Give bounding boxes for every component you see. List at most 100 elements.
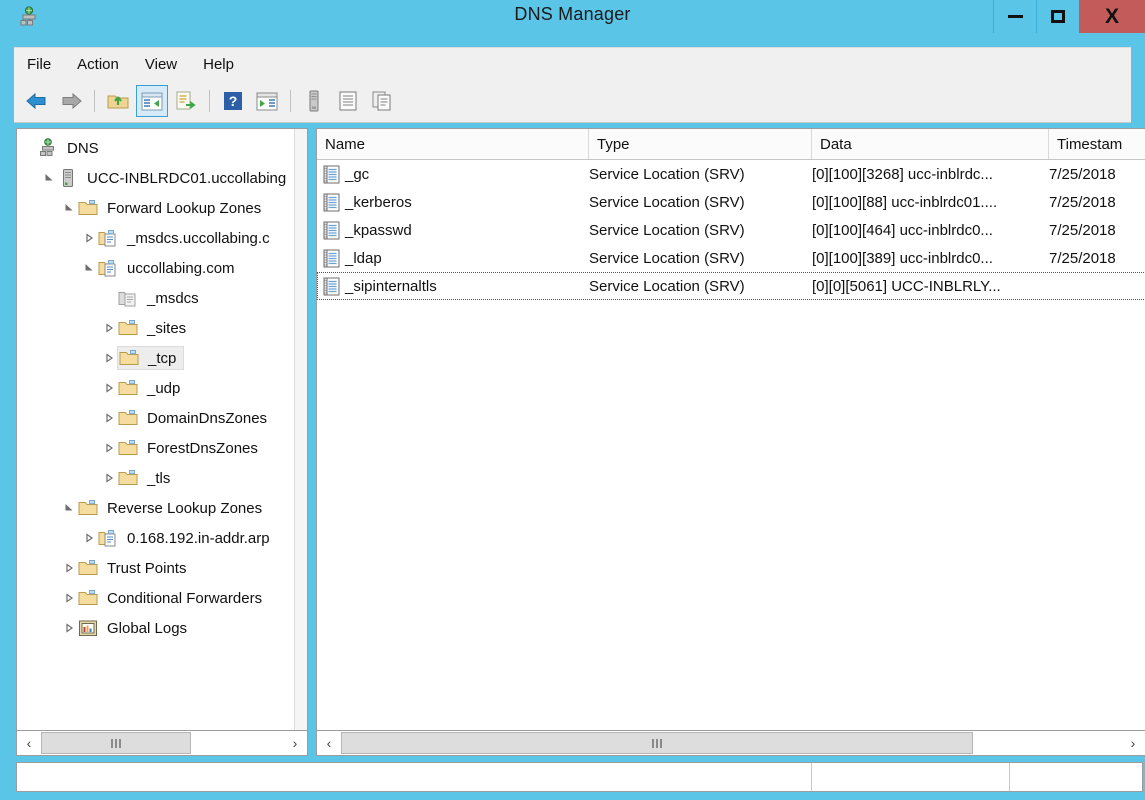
record-name: _kerberos <box>345 193 412 211</box>
tree-item-tcp[interactable]: _tcp <box>17 343 295 373</box>
menu-action[interactable]: Action <box>64 52 132 77</box>
up-one-level-folder-icon[interactable] <box>102 85 134 117</box>
tree-item-content: Global Logs <box>77 617 194 639</box>
folder-icon <box>119 348 139 368</box>
tree-item-dns[interactable]: DNS <box>17 133 295 163</box>
cell-name: _sipinternaltls <box>317 272 589 300</box>
collapse-triangle-icon[interactable] <box>61 493 77 523</box>
dns-record-icon <box>323 221 340 240</box>
cell-data: [0][100][88] ucc-inblrdc01.... <box>812 193 998 211</box>
tree-item-msdcs[interactable]: _msdcs <box>17 283 295 313</box>
expand-triangle-icon[interactable] <box>101 463 117 493</box>
table-row[interactable]: _kerberos Service Location (SRV) [0][100][… <box>317 188 1145 216</box>
tree-item-ucc-inblrdc01-uccollabing[interactable]: UCC-INBLRDC01.uccollabing <box>17 163 295 193</box>
expand-triangle-icon[interactable] <box>61 613 77 643</box>
folder-icon <box>118 468 138 488</box>
tree-item-sites[interactable]: _sites <box>17 313 295 343</box>
no-expander <box>21 133 37 163</box>
expand-triangle-icon[interactable] <box>61 583 77 613</box>
tree-item-content: _msdcs <box>117 287 206 309</box>
expand-triangle-icon[interactable] <box>61 553 77 583</box>
expand-triangle-icon[interactable] <box>101 373 117 403</box>
collapse-triangle-icon[interactable] <box>81 253 97 283</box>
list-scroll-left-icon[interactable]: ‹ <box>317 731 341 755</box>
list-scroll-thumb[interactable] <box>341 732 973 754</box>
tree-item-content: UCC-INBLRDC01.uccollabing <box>57 167 293 189</box>
tree-item-content: ForestDnsZones <box>117 437 265 459</box>
collapse-triangle-icon[interactable] <box>41 163 57 193</box>
cell-type: Service Location (SRV) <box>589 249 745 267</box>
zone-icon <box>98 528 118 548</box>
window-title: DNS Manager <box>514 4 631 24</box>
dns-root-icon <box>38 138 58 158</box>
status-segment-3 <box>1010 763 1142 791</box>
forward-arrow-icon[interactable] <box>55 85 87 117</box>
scroll-right-icon[interactable]: › <box>283 731 307 755</box>
help-icon[interactable]: ? <box>217 85 249 117</box>
tree-item-label: _sites <box>147 319 187 337</box>
cell-data: [0][100][389] ucc-inblrdc0... <box>812 249 993 267</box>
server-icon[interactable] <box>298 85 330 117</box>
scroll-left-icon[interactable]: ‹ <box>17 731 41 755</box>
menu-file[interactable]: File <box>14 52 64 77</box>
tree-item-tls[interactable]: _tls <box>17 463 295 493</box>
properties-list-icon[interactable] <box>332 85 364 117</box>
column-header-timestam[interactable]: Timestam <box>1049 129 1145 159</box>
tree-item-domaindnszones[interactable]: DomainDnsZones <box>17 403 295 433</box>
minimize-button[interactable] <box>993 0 1036 33</box>
records-list[interactable]: _gc Service Location (SRV) [0][100][3268] … <box>317 160 1145 300</box>
column-header-name[interactable]: Name <box>317 129 589 159</box>
column-header-type[interactable]: Type <box>589 129 812 159</box>
tree-item-msdcs-uccollabing-c[interactable]: _msdcs.uccollabing.c <box>17 223 295 253</box>
back-arrow-icon[interactable] <box>21 85 53 117</box>
expand-triangle-icon[interactable] <box>101 433 117 463</box>
column-header-data[interactable]: Data <box>812 129 1049 159</box>
cell-timestamp: 7/25/2018 <box>1049 249 1116 267</box>
tree-item-content: _tls <box>117 467 177 489</box>
table-row[interactable]: _ldap Service Location (SRV) [0][100][389]… <box>317 244 1145 272</box>
table-row[interactable]: _gc Service Location (SRV) [0][100][3268] … <box>317 160 1145 188</box>
tree-scroll-thumb[interactable] <box>41 732 192 754</box>
tree-scroll-track[interactable] <box>41 731 283 755</box>
tree-item-0-168-192-in-addr-arp[interactable]: 0.168.192.in-addr.arp <box>17 523 295 553</box>
tree-item-conditional-forwarders[interactable]: Conditional Forwarders <box>17 583 295 613</box>
tree-view[interactable]: DNS UCC-INBLRDC01.uccollabing Forward Look… <box>17 133 295 643</box>
menu-help[interactable]: Help <box>190 52 247 77</box>
show-hide-console-tree-icon[interactable] <box>136 85 168 117</box>
copy-icon[interactable] <box>366 85 398 117</box>
tree-item-content: DNS <box>37 137 106 159</box>
list-scroll-track[interactable] <box>341 731 1121 755</box>
tree-item-uccollabing-com[interactable]: uccollabing.com <box>17 253 295 283</box>
expand-triangle-icon[interactable] <box>81 523 97 553</box>
dns-record-icon <box>323 165 340 184</box>
tree-item-forward-lookup-zones[interactable]: Forward Lookup Zones <box>17 193 295 223</box>
tree-item-trust-points[interactable]: Trust Points <box>17 553 295 583</box>
expand-triangle-icon[interactable] <box>101 313 117 343</box>
expand-triangle-icon[interactable] <box>101 403 117 433</box>
zone-gray-icon <box>118 288 138 308</box>
expand-triangle-icon[interactable] <box>101 343 117 373</box>
tree-item-label: Global Logs <box>107 619 188 637</box>
menu-view[interactable]: View <box>132 52 190 77</box>
cell-timestamp: 7/25/2018 <box>1049 221 1116 239</box>
tree-horizontal-scrollbar[interactable]: ‹ › <box>16 730 308 756</box>
export-list-icon[interactable] <box>170 85 202 117</box>
table-row[interactable]: _kpasswd Service Location (SRV) [0][100][4… <box>317 216 1145 244</box>
list-horizontal-scrollbar[interactable]: ‹ › <box>316 730 1145 756</box>
tree-vertical-scrollbar[interactable] <box>294 129 307 730</box>
show-action-pane-icon[interactable] <box>251 85 283 117</box>
cell-data: [0][0][5061] UCC-INBLRLY... <box>812 277 1001 295</box>
expand-triangle-icon[interactable] <box>81 223 97 253</box>
status-segment-2 <box>812 763 1010 791</box>
close-button[interactable]: X <box>1079 0 1145 33</box>
tree-item-global-logs[interactable]: Global Logs <box>17 613 295 643</box>
tree-item-content: Trust Points <box>77 557 193 579</box>
server-node-icon <box>58 168 78 188</box>
table-row[interactable]: _sipinternaltls Service Location (SRV) [0]… <box>317 272 1145 300</box>
tree-item-forestdnszones[interactable]: ForestDnsZones <box>17 433 295 463</box>
maximize-button[interactable] <box>1036 0 1079 33</box>
tree-item-reverse-lookup-zones[interactable]: Reverse Lookup Zones <box>17 493 295 523</box>
list-scroll-right-icon[interactable]: › <box>1121 731 1145 755</box>
tree-item-udp[interactable]: _udp <box>17 373 295 403</box>
collapse-triangle-icon[interactable] <box>61 193 77 223</box>
